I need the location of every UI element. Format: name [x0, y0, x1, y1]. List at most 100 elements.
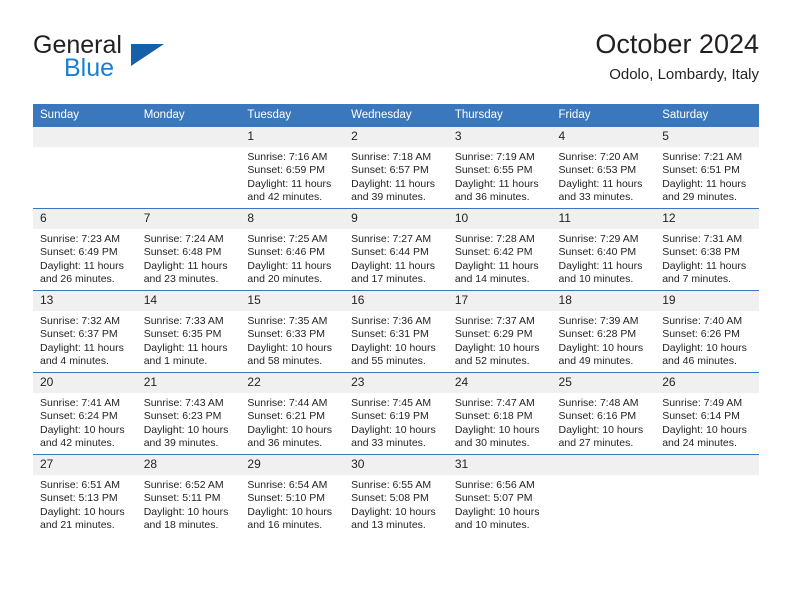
day-details: Sunrise: 6:52 AM Sunset: 5:11 PM Daylight:…: [137, 475, 241, 532]
daylight-text: Daylight: 10 hours and 52 minutes.: [454, 341, 540, 367]
calendar-week-row: 6 Sunrise: 7:23 AM Sunset: 6:49 PM Daylight…: [33, 208, 759, 291]
calendar-page: General Blue October 2024 Odolo, Lombard…: [0, 0, 792, 612]
sunrise-text: Sunrise: 7:21 AM: [662, 151, 743, 163]
day-number: 12: [655, 209, 759, 229]
sunrise-text: Sunrise: 6:51 AM: [40, 479, 120, 491]
calendar-day-cell[interactable]: 27 Sunrise: 6:51 AM Sunset: 5:13 PM Dayligh…: [33, 454, 137, 537]
day-details: Sunrise: 7:36 AM Sunset: 6:31 PM Daylight:…: [344, 311, 448, 368]
daylight-text: Daylight: 10 hours and 55 minutes.: [351, 341, 436, 367]
calendar-day-cell[interactable]: 22 Sunrise: 7:44 AM Sunset: 6:21 PM Dayligh…: [240, 372, 345, 455]
day-details: Sunrise: 7:32 AM Sunset: 6:37 PM Daylight:…: [33, 311, 137, 368]
sunset-text: Sunset: 6:31 PM: [351, 328, 429, 341]
calendar-day-cell[interactable]: 29 Sunrise: 6:54 AM Sunset: 5:10 PM Dayligh…: [240, 454, 345, 537]
calendar-day-cell[interactable]: 11 Sunrise: 7:29 AM Sunset: 6:40 PM Dayligh…: [551, 208, 656, 291]
calendar-day-cell[interactable]: 9 Sunrise: 7:27 AM Sunset: 6:44 PM Daylight…: [344, 208, 448, 291]
calendar-table: Sunday Monday Tuesday Wednesday Thursday…: [33, 104, 759, 537]
calendar-day-cell[interactable]: 5 Sunrise: 7:21 AM Sunset: 6:51 PM Daylight…: [655, 126, 759, 209]
calendar-day-cell[interactable]: 4 Sunrise: 7:20 AM Sunset: 6:53 PM Daylight…: [551, 126, 656, 209]
calendar-day-cell[interactable]: 10 Sunrise: 7:28 AM Sunset: 6:42 PM Dayligh…: [447, 208, 552, 291]
sunset-text: Sunset: 6:38 PM: [662, 246, 740, 259]
sunset-text: Sunset: 6:23 PM: [143, 410, 222, 423]
calendar-day-cell[interactable]: 20 Sunrise: 7:41 AM Sunset: 6:24 PM Dayligh…: [33, 372, 137, 455]
calendar-day-cell[interactable]: 1 Sunrise: 7:16 AM Sunset: 6:59 PM Daylight…: [240, 126, 345, 209]
day-details: Sunrise: 7:37 AM Sunset: 6:29 PM Daylight:…: [448, 311, 552, 368]
calendar-day-cell[interactable]: 6 Sunrise: 7:23 AM Sunset: 6:49 PM Daylight…: [33, 208, 137, 291]
day-number: 14: [136, 291, 241, 311]
calendar-day-cell[interactable]: 16 Sunrise: 7:36 AM Sunset: 6:31 PM Dayligh…: [344, 290, 448, 373]
calendar-day-cell[interactable]: 12 Sunrise: 7:31 AM Sunset: 6:38 PM Dayligh…: [655, 208, 759, 291]
day-details: Sunrise: 7:20 AM Sunset: 6:53 PM Daylight:…: [552, 147, 656, 204]
sunset-text: Sunset: 6:19 PM: [351, 410, 429, 423]
day-number: 31: [447, 455, 552, 475]
daylight-text: Daylight: 10 hours and 58 minutes.: [247, 341, 333, 367]
day-details: Sunrise: 7:23 AM Sunset: 6:49 PM Daylight:…: [33, 229, 137, 286]
day-details: Sunrise: 7:16 AM Sunset: 6:59 PM Daylight:…: [240, 147, 344, 204]
calendar-body: 1 Sunrise: 7:16 AM Sunset: 6:59 PM Daylight…: [33, 126, 759, 537]
day-number: 25: [551, 373, 656, 393]
day-number: [136, 127, 241, 147]
sunset-text: Sunset: 6:57 PM: [351, 164, 429, 177]
weekday-header-monday: Monday: [136, 104, 241, 127]
calendar-day-cell-empty: [33, 126, 137, 209]
weekday-header-wednesday: Wednesday: [344, 104, 448, 127]
calendar-day-cell[interactable]: 18 Sunrise: 7:39 AM Sunset: 6:28 PM Dayligh…: [551, 290, 656, 373]
sunset-text: Sunset: 6:21 PM: [247, 410, 326, 423]
sunset-text: Sunset: 5:11 PM: [143, 492, 221, 505]
calendar-day-cell[interactable]: 25 Sunrise: 7:48 AM Sunset: 6:16 PM Dayligh…: [551, 372, 656, 455]
day-details: Sunrise: 7:45 AM Sunset: 6:19 PM Daylight:…: [344, 393, 448, 450]
day-number: 16: [344, 291, 448, 311]
calendar-day-cell[interactable]: 19 Sunrise: 7:40 AM Sunset: 6:26 PM Dayligh…: [655, 290, 759, 373]
calendar-day-cell[interactable]: 28 Sunrise: 6:52 AM Sunset: 5:11 PM Dayligh…: [136, 454, 241, 537]
calendar-day-cell[interactable]: 8 Sunrise: 7:25 AM Sunset: 6:46 PM Daylight…: [240, 208, 345, 291]
weekday-header-tuesday: Tuesday: [240, 104, 345, 127]
sunset-text: Sunset: 6:24 PM: [40, 410, 118, 423]
sunrise-text: Sunrise: 7:29 AM: [558, 233, 639, 245]
page-title: October 2024: [595, 29, 759, 59]
calendar-day-cell-empty: [136, 126, 241, 209]
page-header: General Blue October 2024 Odolo, Lombard…: [33, 28, 759, 96]
daylight-text: Daylight: 10 hours and 36 minutes.: [247, 423, 333, 449]
sunrise-text: Sunrise: 7:28 AM: [454, 233, 535, 245]
day-details: Sunrise: 7:43 AM Sunset: 6:23 PM Daylight:…: [137, 393, 241, 450]
day-details: Sunrise: 6:51 AM Sunset: 5:13 PM Daylight:…: [33, 475, 137, 532]
day-number: 24: [447, 373, 552, 393]
calendar-day-cell-empty: [655, 454, 759, 537]
day-number: 13: [33, 291, 137, 311]
daylight-text: Daylight: 11 hours and 36 minutes.: [454, 177, 539, 203]
day-number: 29: [240, 455, 345, 475]
daylight-text: Daylight: 10 hours and 10 minutes.: [454, 505, 540, 531]
calendar-week-row: 13 Sunrise: 7:32 AM Sunset: 6:37 PM Dayligh…: [33, 290, 759, 373]
calendar-day-cell[interactable]: 24 Sunrise: 7:47 AM Sunset: 6:18 PM Dayligh…: [447, 372, 552, 455]
calendar-day-cell[interactable]: 13 Sunrise: 7:32 AM Sunset: 6:37 PM Dayligh…: [33, 290, 137, 373]
calendar-day-cell[interactable]: 21 Sunrise: 7:43 AM Sunset: 6:23 PM Dayligh…: [136, 372, 241, 455]
day-number: 28: [136, 455, 241, 475]
calendar-day-cell[interactable]: 30 Sunrise: 6:55 AM Sunset: 5:08 PM Dayligh…: [344, 454, 448, 537]
calendar-header-row: Sunday Monday Tuesday Wednesday Thursday…: [33, 104, 759, 127]
daylight-text: Daylight: 11 hours and 42 minutes.: [247, 177, 332, 203]
calendar-day-cell[interactable]: 23 Sunrise: 7:45 AM Sunset: 6:19 PM Dayligh…: [344, 372, 448, 455]
day-number: 1: [240, 127, 345, 147]
day-details: Sunrise: 7:27 AM Sunset: 6:44 PM Daylight:…: [344, 229, 448, 286]
day-number: 7: [136, 209, 241, 229]
day-number: [655, 455, 759, 475]
sunset-text: Sunset: 6:37 PM: [40, 328, 118, 341]
calendar-day-cell[interactable]: 3 Sunrise: 7:19 AM Sunset: 6:55 PM Daylight…: [447, 126, 552, 209]
daylight-text: Daylight: 11 hours and 23 minutes.: [143, 259, 228, 285]
calendar-day-cell[interactable]: 2 Sunrise: 7:18 AM Sunset: 6:57 PM Daylight…: [344, 126, 448, 209]
calendar-day-cell[interactable]: 15 Sunrise: 7:35 AM Sunset: 6:33 PM Dayligh…: [240, 290, 345, 373]
day-number: 22: [240, 373, 345, 393]
daylight-text: Daylight: 11 hours and 7 minutes.: [662, 259, 747, 285]
calendar-day-cell[interactable]: 31 Sunrise: 6:56 AM Sunset: 5:07 PM Dayligh…: [447, 454, 552, 537]
calendar-day-cell[interactable]: 26 Sunrise: 7:49 AM Sunset: 6:14 PM Dayligh…: [655, 372, 759, 455]
day-number: 2: [344, 127, 448, 147]
calendar-day-cell[interactable]: 17 Sunrise: 7:37 AM Sunset: 6:29 PM Dayligh…: [447, 290, 552, 373]
calendar-day-cell[interactable]: 7 Sunrise: 7:24 AM Sunset: 6:48 PM Daylight…: [136, 208, 241, 291]
calendar-week-row: 1 Sunrise: 7:16 AM Sunset: 6:59 PM Daylight…: [33, 126, 759, 209]
sunrise-text: Sunrise: 6:54 AM: [247, 479, 328, 491]
day-details: Sunrise: 6:56 AM Sunset: 5:07 PM Daylight:…: [448, 475, 552, 532]
sunset-text: Sunset: 6:53 PM: [558, 164, 637, 177]
sunrise-text: Sunrise: 7:44 AM: [247, 397, 328, 409]
calendar-day-cell-empty: [551, 454, 656, 537]
calendar-day-cell[interactable]: 14 Sunrise: 7:33 AM Sunset: 6:35 PM Dayligh…: [136, 290, 241, 373]
sunrise-text: Sunrise: 7:27 AM: [351, 233, 432, 245]
